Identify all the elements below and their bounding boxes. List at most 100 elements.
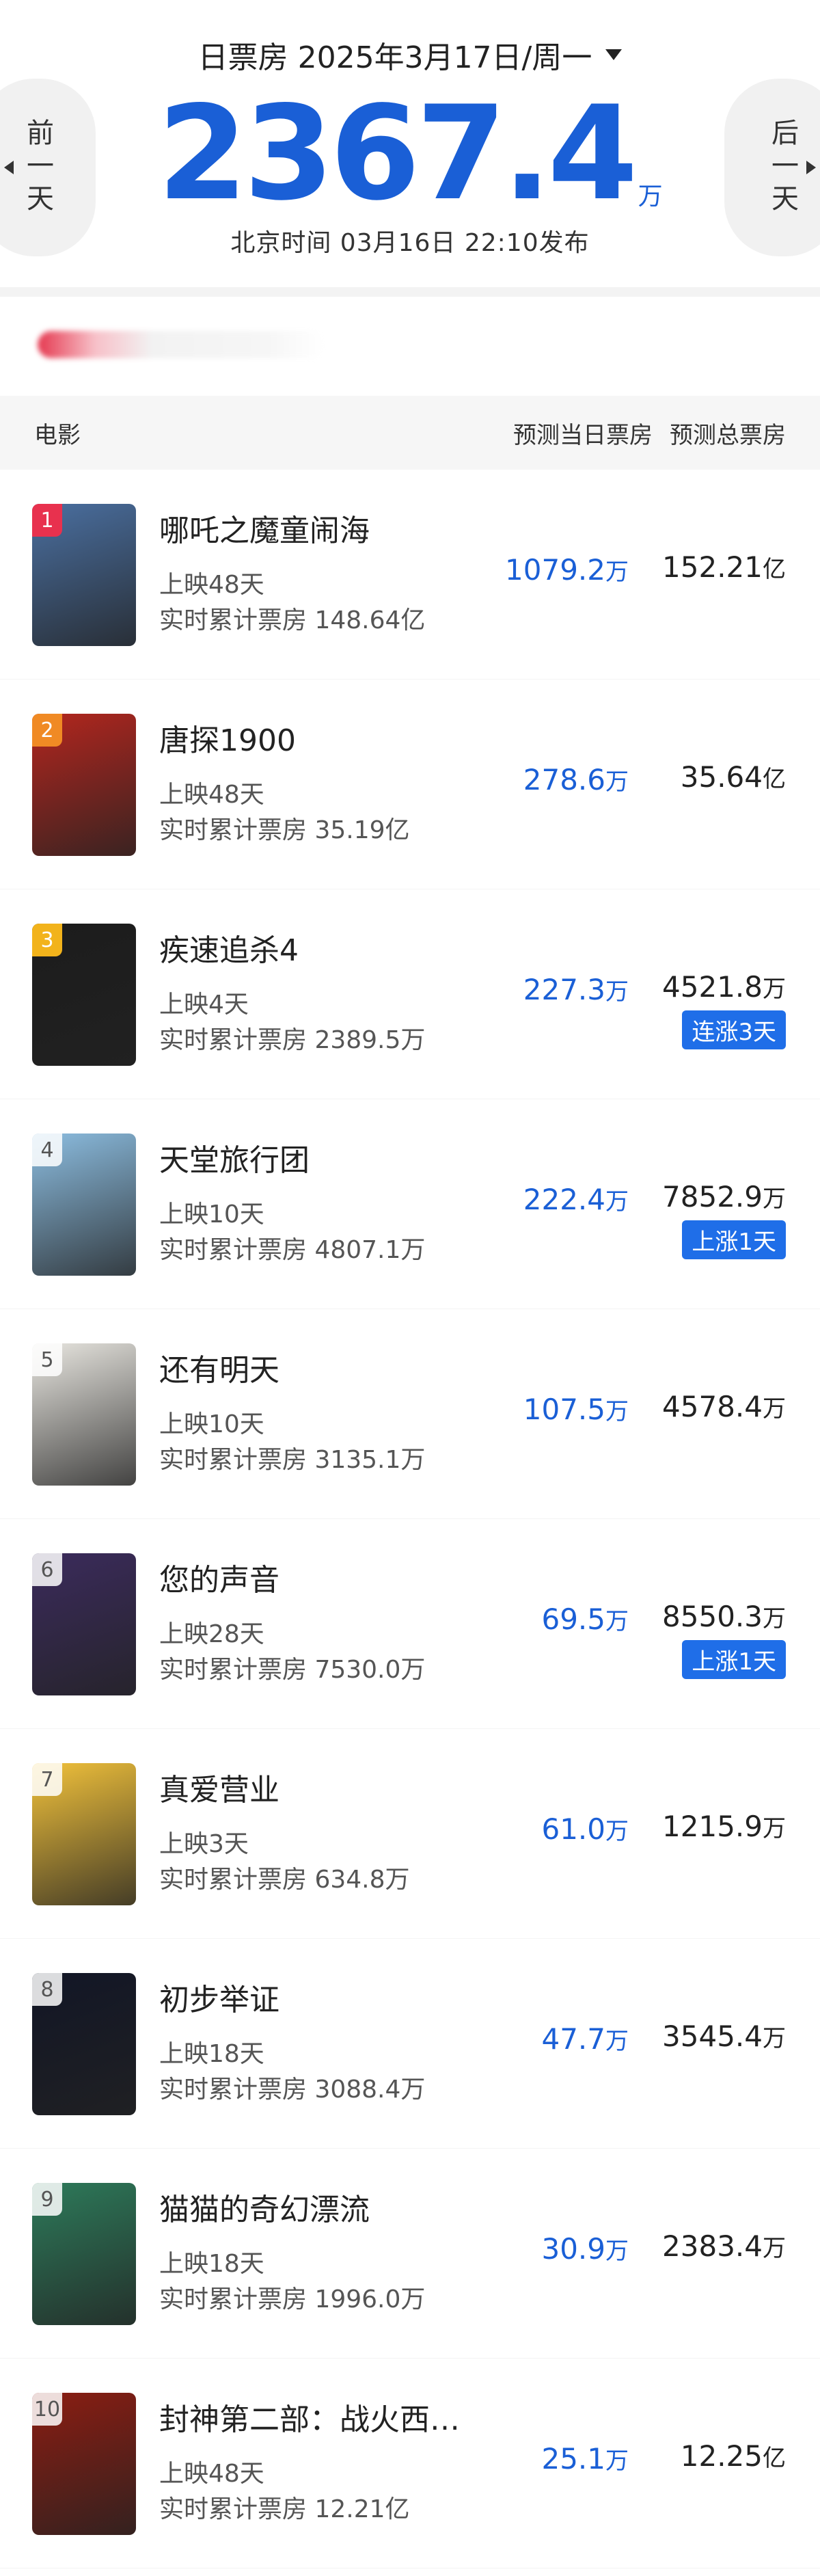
movie-poster[interactable]: 5: [32, 1343, 136, 1486]
release-days: 上映18天: [159, 2250, 264, 2278]
release-days: 上映48天: [159, 571, 264, 599]
total-unit: 万: [638, 183, 663, 211]
movie-poster[interactable]: 3: [32, 924, 136, 1066]
pred-day-unit: 万: [605, 1608, 629, 1635]
trend-badge: 上涨1天: [682, 1220, 786, 1259]
movie-title[interactable]: 您的声音: [159, 1560, 425, 1601]
pred-day-value: 222.4: [523, 1183, 605, 1216]
date-label[interactable]: 日票房 2025年3月17日/周一: [198, 33, 592, 77]
movie-poster[interactable]: 6: [32, 1553, 136, 1695]
predicted-day-box-office: 222.4万: [523, 1183, 629, 1216]
movie-title[interactable]: 真爱营业: [159, 1770, 410, 1811]
col-pred-day[interactable]: 预测当日票房: [485, 416, 653, 450]
movie-title[interactable]: 还有明天: [159, 1350, 425, 1391]
caret-down-icon[interactable]: [605, 49, 623, 60]
predicted-total-box-office: 7852.9万 上涨1天: [662, 1180, 786, 1259]
cumulative-box-office: 实时累计票房 7530.0万: [159, 1656, 426, 1684]
movie-title[interactable]: 疾速追杀4: [159, 930, 425, 971]
pred-total-unit: 万: [763, 1605, 786, 1633]
rank-badge: 3: [32, 924, 62, 956]
cumulative-box-office: 实时累计票房 4807.1万: [159, 1236, 426, 1264]
pred-day-value: 278.6: [523, 763, 605, 796]
table-row[interactable]: 10 封神第二部：战火西… 上映48天 实时累计票房 12.21亿 25.1万 …: [0, 2359, 820, 2568]
movie-info: 天堂旅行团 上映10天 实时累计票房 4807.1万: [159, 1140, 425, 1269]
movie-title[interactable]: 封神第二部：战火西…: [159, 2400, 460, 2441]
banner[interactable]: [0, 297, 820, 396]
pred-day-value: 47.7: [541, 2022, 605, 2056]
pred-day-value: 25.1: [541, 2442, 605, 2476]
pred-total-value: 2383.4: [662, 2229, 763, 2263]
movie-title[interactable]: 初步举证: [159, 1980, 425, 2021]
movie-poster[interactable]: 10: [32, 2393, 136, 2535]
cumulative-box-office: 实时累计票房 1996.0万: [159, 2285, 426, 2313]
total-value: 2367.4: [157, 78, 638, 229]
pred-day-value: 69.5: [541, 1602, 605, 1636]
cumulative-box-office: 实时累计票房 2389.5万: [159, 1026, 426, 1054]
pred-day-unit: 万: [605, 978, 629, 1006]
pred-total-value: 3545.4: [662, 2020, 763, 2053]
movie-poster[interactable]: 4: [32, 1133, 136, 1276]
col-pred-total[interactable]: 预测总票房: [653, 416, 820, 450]
table-row[interactable]: 9 猫猫的奇幻漂流 上映18天 实时累计票房 1996.0万 30.9万 238…: [0, 2149, 820, 2359]
rank-badge: 6: [32, 1553, 62, 1586]
pred-total-unit: 万: [763, 2025, 786, 2052]
pred-day-unit: 万: [605, 2028, 629, 2055]
pred-total-unit: 万: [763, 2235, 786, 2262]
movie-poster[interactable]: 2: [32, 714, 136, 856]
trend-badge: 连涨3天: [682, 1010, 786, 1049]
movie-poster[interactable]: 1: [32, 504, 136, 646]
table-row[interactable]: 3 疾速追杀4 上映4天 实时累计票房 2389.5万 227.3万 4521.…: [0, 889, 820, 1099]
pred-total-value: 35.64: [680, 760, 763, 794]
banner-placeholder[interactable]: [38, 331, 325, 358]
movie-info: 初步举证 上映18天 实时累计票房 3088.4万: [159, 1980, 425, 2108]
pred-total-value: 8550.3: [662, 1600, 763, 1633]
predicted-total-box-office: 4521.8万 连涨3天: [662, 970, 786, 1049]
movie-poster[interactable]: 9: [32, 2183, 136, 2325]
pred-day-value: 30.9: [541, 2232, 605, 2266]
pred-total-value: 4578.4: [662, 1390, 763, 1423]
release-days: 上映48天: [159, 2460, 264, 2488]
movie-title[interactable]: 唐探1900: [159, 721, 410, 762]
pred-day-value: 107.5: [523, 1393, 605, 1426]
pred-total-unit: 万: [763, 976, 786, 1003]
release-days: 上映28天: [159, 1620, 264, 1648]
movie-info: 疾速追杀4 上映4天 实时累计票房 2389.5万: [159, 930, 425, 1059]
table-row[interactable]: 5 还有明天 上映10天 实时累计票房 3135.1万 107.5万 4578.…: [0, 1309, 820, 1519]
pred-total-unit: 亿: [763, 766, 786, 793]
release-days: 上映10天: [159, 1410, 264, 1438]
pred-day-unit: 万: [605, 1188, 629, 1216]
pred-total-unit: 万: [763, 1185, 786, 1213]
header: 日票房 2025年3月17日/周一 前一天 后一天 2367.4 万 北京时间 0…: [0, 0, 820, 287]
movie-title[interactable]: 哪吒之魔童闹海: [159, 511, 425, 552]
pred-day-unit: 万: [605, 2447, 629, 2475]
table-header: 电影 预测当日票房 预测总票房: [0, 396, 820, 470]
predicted-day-box-office: 69.5万: [541, 1602, 629, 1636]
predicted-total-box-office: 1215.9万: [662, 1810, 786, 1843]
predicted-day-box-office: 227.3万: [523, 973, 629, 1006]
pred-day-unit: 万: [605, 559, 629, 586]
predicted-day-box-office: 278.6万: [523, 763, 629, 796]
rank-badge: 10: [32, 2393, 62, 2426]
cumulative-box-office: 实时累计票房 148.64亿: [159, 606, 426, 634]
movie-poster[interactable]: 8: [32, 1973, 136, 2115]
release-days: 上映4天: [159, 991, 249, 1019]
rank-badge: 7: [32, 1763, 62, 1796]
rank-badge: 1: [32, 504, 62, 537]
pred-day-value: 227.3: [523, 973, 605, 1006]
release-time: 北京时间 03月16日 22:10发布: [230, 229, 590, 257]
movie-title[interactable]: 天堂旅行团: [159, 1140, 425, 1181]
predicted-day-box-office: 30.9万: [541, 2232, 629, 2266]
date-selector[interactable]: 日票房 2025年3月17日/周一: [0, 33, 820, 77]
pred-total-unit: 万: [763, 1395, 786, 1423]
movie-info: 猫猫的奇幻漂流 上映18天 实时累计票房 1996.0万: [159, 2190, 425, 2318]
table-row[interactable]: 6 您的声音 上映28天 实时累计票房 7530.0万 69.5万 8550.3…: [0, 1519, 820, 1729]
table-row[interactable]: 2 唐探1900 上映48天 实时累计票房 35.19亿 278.6万 35.6…: [0, 680, 820, 889]
table-row[interactable]: 4 天堂旅行团 上映10天 实时累计票房 4807.1万 222.4万 7852…: [0, 1099, 820, 1309]
table-row[interactable]: 7 真爱营业 上映3天 实时累计票房 634.8万 61.0万 1215.9万: [0, 1729, 820, 1939]
movie-poster[interactable]: 7: [32, 1763, 136, 1905]
release-days: 上映18天: [159, 2040, 264, 2068]
table-row[interactable]: 8 初步举证 上映18天 实时累计票房 3088.4万 47.7万 3545.4…: [0, 1939, 820, 2149]
movie-title[interactable]: 猫猫的奇幻漂流: [159, 2190, 425, 2231]
table-row[interactable]: 1 哪吒之魔童闹海 上映48天 实时累计票房 148.64亿 1079.2万 1…: [0, 470, 820, 680]
rank-badge: 9: [32, 2183, 62, 2216]
